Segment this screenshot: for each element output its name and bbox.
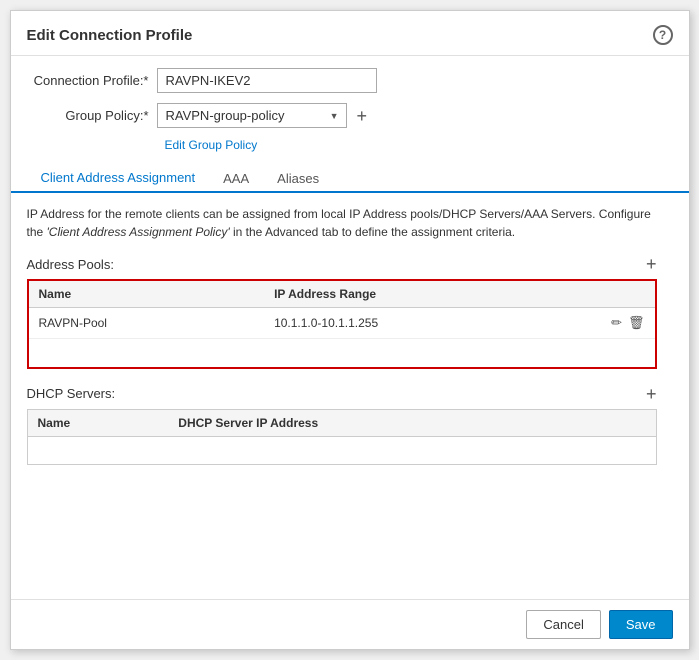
empty-row: [29, 339, 655, 367]
edit-connection-profile-dialog: Edit Connection Profile ? Connection Pro…: [10, 10, 690, 650]
address-pools-header: Address Pools: +: [27, 255, 673, 273]
connection-profile-label: Connection Profile:*: [27, 73, 157, 88]
dialog-title: Edit Connection Profile: [27, 27, 193, 44]
address-pools-table: Name IP Address Range RAVPN-Pool 10.1.1.…: [29, 281, 655, 367]
address-pools-table-wrapper: Name IP Address Range RAVPN-Pool 10.1.1.…: [27, 279, 657, 369]
add-group-policy-button[interactable]: +: [353, 107, 372, 125]
connection-profile-input[interactable]: [157, 68, 377, 93]
save-button[interactable]: Save: [609, 610, 673, 639]
col-ip-range: IP Address Range: [264, 281, 594, 308]
pool-name: RAVPN-Pool: [29, 308, 265, 339]
dhcp-servers-table: Name DHCP Server IP Address: [28, 410, 656, 465]
dhcp-col-ip: DHCP Server IP Address: [168, 410, 595, 437]
content-area: IP Address for the remote clients can be…: [11, 193, 689, 599]
col-name: Name: [29, 281, 265, 308]
form-section: Connection Profile:* Group Policy:* RAVP…: [11, 56, 689, 164]
dhcp-servers-table-wrapper: Name DHCP Server IP Address: [27, 409, 657, 466]
edit-group-policy-link[interactable]: Edit Group Policy: [165, 138, 673, 152]
connection-profile-row: Connection Profile:*: [27, 68, 673, 93]
address-pools-title: Address Pools:: [27, 257, 114, 272]
delete-pool-button[interactable]: 🗑: [628, 315, 645, 331]
tabs-bar: Client Address Assignment AAA Aliases: [11, 164, 689, 193]
cancel-button[interactable]: Cancel: [526, 610, 600, 639]
dhcp-col-actions: [596, 410, 656, 437]
dialog-header: Edit Connection Profile ?: [11, 11, 689, 56]
group-policy-select-container: RAVPN-group-policy: [157, 103, 347, 128]
tab-client-address-assignment[interactable]: Client Address Assignment: [27, 164, 210, 193]
add-address-pool-button[interactable]: +: [646, 255, 657, 273]
address-pools-header-row: Name IP Address Range: [29, 281, 655, 308]
add-dhcp-server-button[interactable]: +: [646, 385, 657, 403]
table-row: RAVPN-Pool 10.1.1.0-10.1.1.255 ✏ 🗑: [29, 308, 655, 339]
group-policy-label: Group Policy:*: [27, 108, 157, 123]
tab-aaa[interactable]: AAA: [209, 164, 263, 193]
group-policy-select-wrapper: RAVPN-group-policy +: [157, 103, 372, 128]
col-actions: [595, 281, 655, 308]
group-policy-row: Group Policy:* RAVPN-group-policy +: [27, 103, 673, 128]
group-policy-select[interactable]: RAVPN-group-policy: [157, 103, 347, 128]
action-icons: ✏ 🗑: [605, 315, 645, 331]
dhcp-col-name: Name: [28, 410, 169, 437]
pool-ip-range: 10.1.1.0-10.1.1.255: [264, 308, 594, 339]
pool-actions: ✏ 🗑: [595, 308, 655, 339]
help-icon[interactable]: ?: [653, 25, 673, 45]
tab-aliases[interactable]: Aliases: [263, 164, 333, 193]
dialog-footer: Cancel Save: [11, 599, 689, 649]
info-text: IP Address for the remote clients can be…: [27, 205, 673, 241]
dhcp-servers-title: DHCP Servers:: [27, 386, 116, 401]
edit-pool-button[interactable]: ✏: [611, 315, 622, 331]
dhcp-empty-row-1: [28, 436, 656, 464]
dhcp-servers-header: DHCP Servers: +: [27, 385, 673, 403]
dhcp-servers-header-row: Name DHCP Server IP Address: [28, 410, 656, 437]
